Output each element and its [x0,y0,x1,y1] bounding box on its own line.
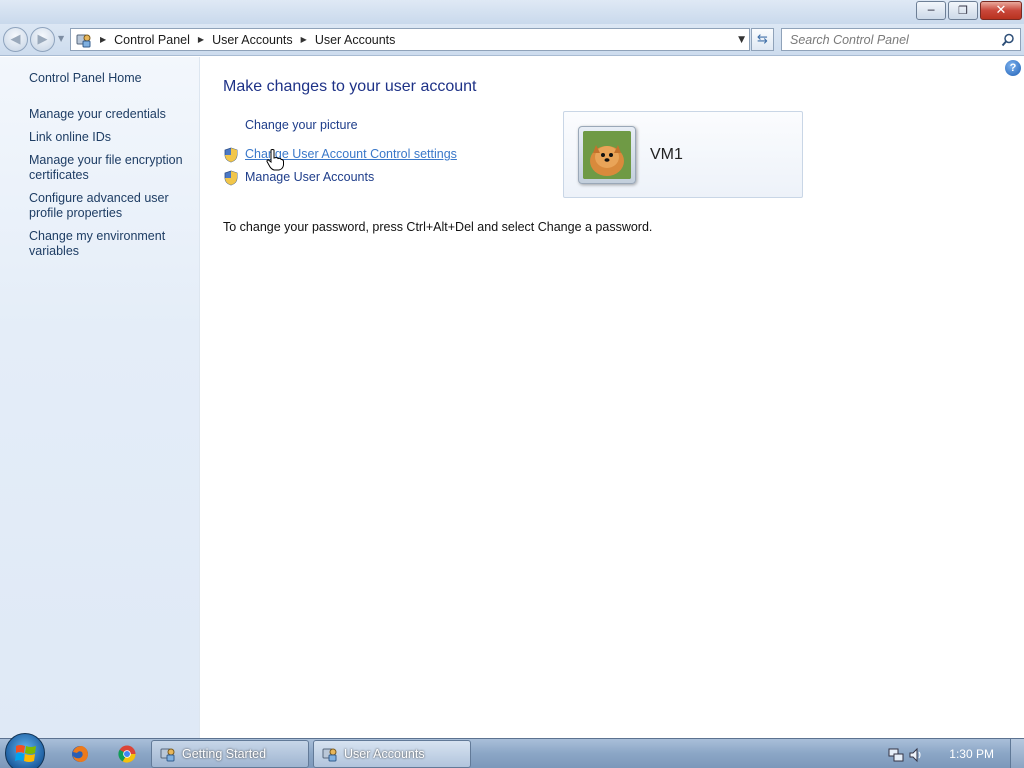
control-panel-icon [160,748,175,762]
back-button[interactable]: ◀ [3,27,28,52]
taskbar-button-label: User Accounts [344,747,425,761]
breadcrumb-separator-icon[interactable]: ▶ [198,35,204,44]
sidebar-item-manage-credentials[interactable]: Manage your credentials [29,107,194,122]
taskbar-button-getting-started[interactable]: Getting Started [151,740,309,768]
minimize-button[interactable]: ─ [916,1,946,20]
sidebar-item-advanced-user-profile[interactable]: Configure advanced user profile properti… [29,191,194,221]
control-panel-icon [76,32,92,48]
user-accounts-icon [322,748,337,762]
window-title-bar: ─ ❐ ✕ [0,0,1024,24]
hand-cursor-icon [266,149,284,171]
taskbar-button-label: Getting Started [182,747,267,761]
system-clock[interactable]: 1:30 PM [949,747,994,761]
notification-area: 1:30 PM [884,739,1024,768]
help-icon[interactable]: ? [1005,60,1021,76]
sidebar-item-environment-variables[interactable]: Change my environment variables [29,229,194,259]
breadcrumb-separator-icon[interactable]: ▶ [301,35,307,44]
taskbar-button-user-accounts[interactable]: User Accounts [313,740,471,768]
forward-arrow-icon: ▶ [37,32,48,47]
taskbar: Getting Started User Accounts 1:30 PM [0,733,1024,768]
breadcrumb-control-panel[interactable]: Control Panel [114,33,190,47]
firefox-icon[interactable] [70,744,90,764]
manage-user-accounts-link[interactable]: Manage User Accounts [245,170,374,184]
page-title: Make changes to your user account [223,78,477,95]
breadcrumb-user-accounts-current[interactable]: User Accounts [315,33,396,47]
maximize-button[interactable]: ❐ [948,1,978,20]
window-controls: ─ ❐ ✕ [916,1,1022,20]
chrome-icon[interactable] [117,744,137,764]
sidebar-item-control-panel-home[interactable]: Control Panel Home [29,71,194,86]
left-task-pane: Control Panel Home Manage your credentia… [0,57,200,738]
user-name: VM1 [650,146,683,163]
main-content: ? Make changes to your user account Chan… [201,57,1024,738]
password-instructions: To change your password, press Ctrl+Alt+… [223,220,653,234]
uac-shield-icon [224,147,238,163]
dog-avatar-icon [583,131,631,179]
breadcrumb-separator-icon[interactable]: ▶ [100,35,106,44]
avatar [578,126,636,184]
search-icon[interactable] [1001,33,1015,47]
search-input[interactable] [790,32,995,47]
recent-pages-dropdown-icon[interactable]: ▼ [58,34,68,44]
search-box[interactable] [781,28,1021,51]
user-account-tile: VM1 [563,111,803,198]
uac-shield-icon [224,170,238,186]
refresh-button[interactable]: ⇆ [751,28,774,51]
start-button[interactable] [5,733,45,768]
sidebar-item-file-encryption-certificates[interactable]: Manage your file encryption certificates [29,153,194,183]
address-dropdown-icon[interactable]: ▼ [738,35,745,45]
breadcrumb-user-accounts[interactable]: User Accounts [212,33,293,47]
minimize-icon: ─ [927,4,935,17]
refresh-icon: ⇆ [757,32,768,47]
address-bar[interactable]: ▶ Control Panel ▶ User Accounts ▶ User A… [70,28,750,51]
network-icon[interactable] [888,747,904,763]
navigation-bar: ◀ ▶ ▼ ▶ Control Panel ▶ User Accounts ▶ … [0,24,1024,56]
restore-icon: ❐ [958,4,968,17]
close-button[interactable]: ✕ [980,1,1022,20]
show-desktop-button[interactable] [1010,739,1024,768]
change-picture-link[interactable]: Change your picture [245,118,358,132]
forward-button[interactable]: ▶ [30,27,55,52]
volume-icon[interactable] [908,747,924,763]
close-icon: ✕ [995,3,1007,18]
sidebar-item-link-online-ids[interactable]: Link online IDs [29,130,194,145]
windows-logo-icon [15,745,36,762]
back-arrow-icon: ◀ [10,32,21,47]
